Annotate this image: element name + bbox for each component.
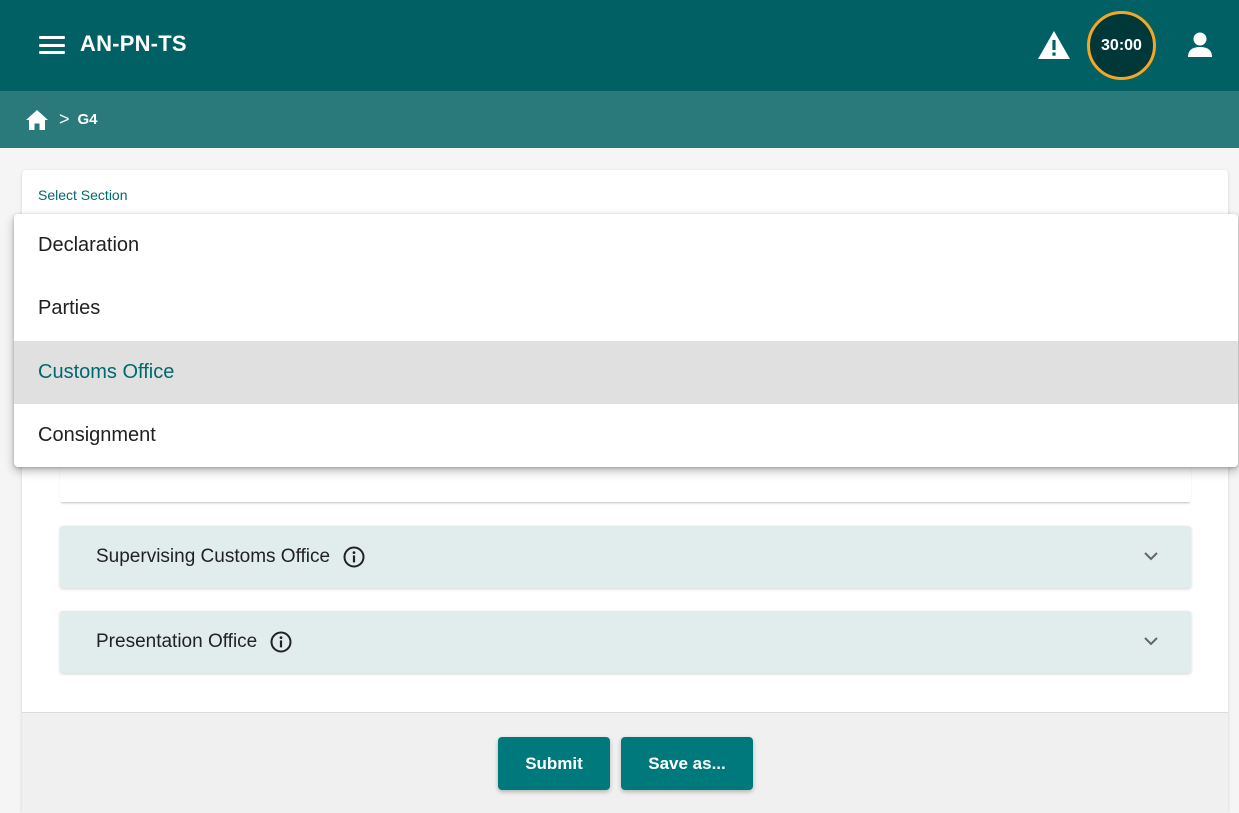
- supervising-customs-office-panel[interactable]: Supervising Customs Office: [60, 526, 1191, 588]
- save-as-button[interactable]: Save as...: [621, 737, 753, 790]
- panel-title: Presentation Office: [96, 631, 258, 652]
- breadcrumb-separator: >: [59, 109, 70, 129]
- session-timer: 30:00: [1087, 11, 1156, 80]
- section-dropdown-menu: Declaration Parties Customs Office Consi…: [14, 214, 1238, 467]
- info-icon[interactable]: [269, 630, 293, 654]
- chevron-down-icon[interactable]: [1143, 550, 1159, 562]
- section-option-consignment[interactable]: Consignment: [14, 404, 1238, 467]
- select-section-label: Select Section: [38, 187, 128, 203]
- info-icon[interactable]: [342, 545, 366, 569]
- section-option-parties[interactable]: Parties: [14, 277, 1238, 340]
- section-option-declaration[interactable]: Declaration: [14, 214, 1238, 277]
- warning-icon[interactable]: [1037, 30, 1071, 60]
- home-icon[interactable]: [25, 109, 49, 131]
- breadcrumb: > G4: [0, 91, 1239, 148]
- submit-button[interactable]: Submit: [498, 737, 610, 790]
- user-icon[interactable]: [1185, 30, 1215, 60]
- app-title: AN-PN-TS: [80, 31, 187, 56]
- chevron-down-icon[interactable]: [1143, 635, 1159, 647]
- menu-icon[interactable]: [37, 32, 67, 58]
- section-option-customs-office[interactable]: Customs Office: [14, 340, 1238, 404]
- app-root: AN-PN-TS 30:00 > G4 Select Section Super…: [0, 0, 1239, 813]
- breadcrumb-current: G4: [77, 111, 98, 128]
- presentation-office-panel[interactable]: Presentation Office: [60, 611, 1191, 673]
- timer-value: 30:00: [1101, 36, 1142, 54]
- form-footer: Submit Save as...: [22, 712, 1228, 813]
- panel-title: Supervising Customs Office: [96, 546, 331, 567]
- top-toolbar: AN-PN-TS 30:00: [0, 0, 1239, 91]
